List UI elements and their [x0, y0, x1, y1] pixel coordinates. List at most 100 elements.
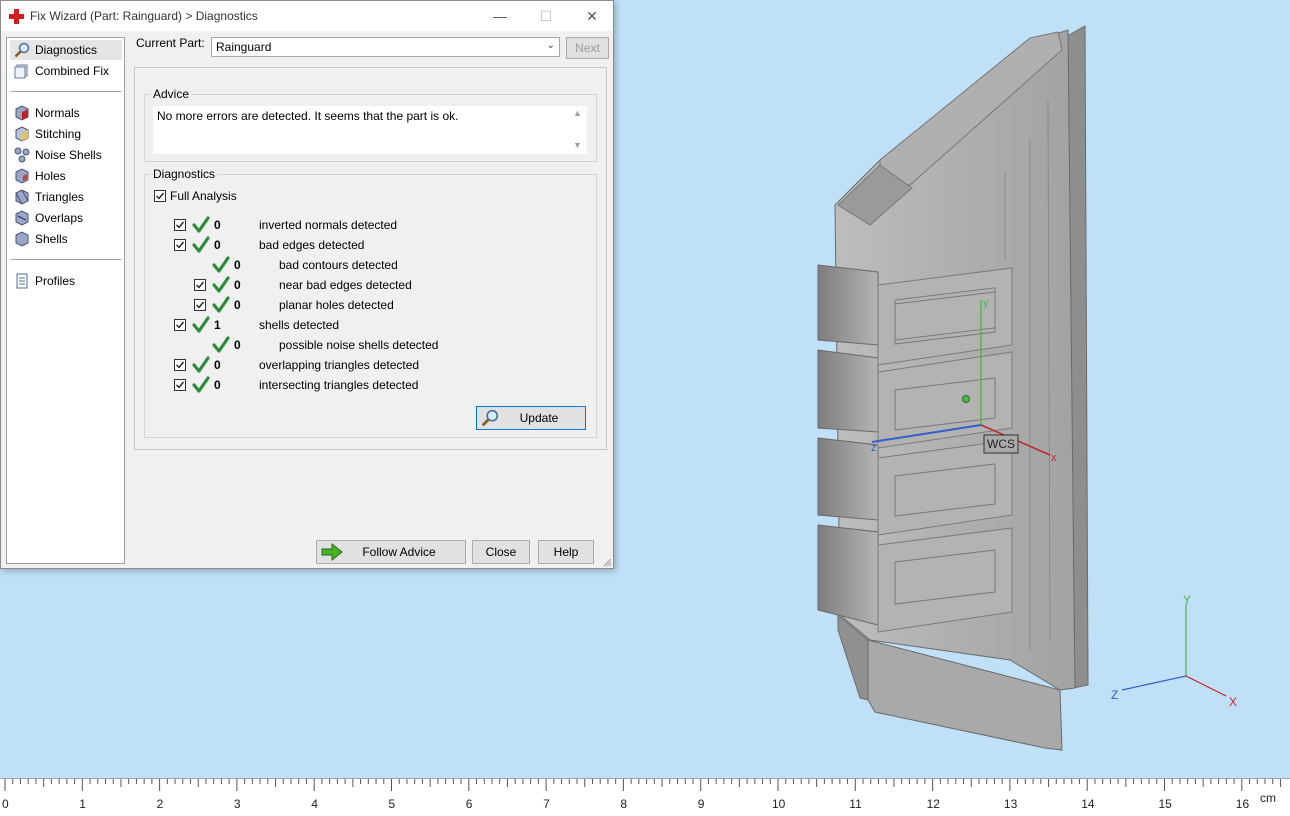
diagnostic-count: 0 — [234, 338, 241, 352]
sidebar-item-stitching[interactable]: Stitching — [10, 124, 122, 144]
shells-cube-icon — [15, 231, 29, 247]
full-analysis-label: Full Analysis — [170, 189, 237, 203]
magnifier-icon — [481, 409, 499, 427]
ruler-label: 6 — [465, 797, 473, 811]
ruler-label: 13 — [1003, 797, 1018, 811]
diagnostic-checkbox[interactable] — [174, 239, 186, 251]
wcs-x-axis-label: x — [1051, 452, 1057, 464]
diagnostic-checkbox[interactable] — [174, 319, 186, 331]
ruler-label: 15 — [1158, 797, 1172, 811]
ok-check-icon — [192, 376, 210, 394]
ok-check-icon — [192, 356, 210, 374]
diagnostic-count: 1 — [214, 318, 221, 332]
diagnostic-label: planar holes detected — [279, 298, 394, 312]
ruler-label: 4 — [311, 797, 318, 811]
wizard-sidebar: Diagnostics Combined Fix Normals Stitchi… — [6, 37, 125, 564]
checkmark-icon — [176, 321, 185, 329]
advice-scrollbar[interactable]: ▲ ▼ — [569, 106, 587, 154]
update-label: Update — [519, 411, 559, 425]
diagnostic-count: 0 — [214, 378, 221, 392]
advice-title: Advice — [151, 87, 192, 101]
full-analysis-checkbox[interactable] — [154, 190, 166, 202]
ruler-label: 7 — [543, 797, 550, 811]
sidebar-item-triangles[interactable]: Triangles — [10, 187, 122, 207]
diagnostic-checkbox[interactable] — [194, 299, 206, 311]
advice-text: No more errors are detected. It seems th… — [157, 109, 459, 123]
diagnostic-label: bad edges detected — [259, 238, 365, 252]
diagnostic-count: 0 — [214, 358, 221, 372]
diagnostic-label: bad contours detected — [279, 258, 398, 272]
sidebar-item-diagnostics[interactable]: Diagnostics — [10, 40, 122, 60]
diagnostic-checkbox[interactable] — [174, 359, 186, 371]
resize-grip-icon[interactable] — [602, 557, 612, 567]
maximize-button[interactable]: ☐ — [523, 1, 569, 31]
ruler-label: 2 — [156, 797, 164, 811]
scroll-up-icon[interactable]: ▲ — [573, 108, 582, 118]
triad-z-label: Z — [1111, 688, 1119, 702]
diagnostic-checkbox[interactable] — [174, 219, 186, 231]
diagnostic-count: 0 — [234, 298, 241, 312]
diagnostic-count: 0 — [234, 258, 241, 272]
ruler-label: 8 — [620, 797, 628, 811]
sidebar-item-profiles[interactable]: Profiles — [10, 271, 122, 291]
ruler-label: 11 — [849, 797, 862, 811]
follow-advice-button[interactable]: Follow Advice — [316, 540, 466, 564]
wcs-label: WCS — [987, 437, 1015, 451]
triad-y-label: Y — [1183, 593, 1192, 607]
checkmark-icon — [156, 192, 165, 200]
ok-check-icon — [192, 236, 210, 254]
diagnostic-checkbox[interactable] — [174, 379, 186, 391]
ok-check-icon — [212, 256, 230, 274]
sidebar-item-overlaps[interactable]: Overlaps — [10, 208, 122, 228]
sidebar-item-shells[interactable]: Shells — [10, 229, 122, 249]
ruler-label: 5 — [388, 797, 396, 811]
ok-check-icon — [212, 336, 230, 354]
sidebar-item-noise-shells[interactable]: Noise Shells — [10, 145, 122, 165]
ruler-label: 14 — [1081, 797, 1095, 811]
sidebar-item-combined-fix[interactable]: Combined Fix — [10, 61, 122, 81]
ok-check-icon — [212, 276, 230, 294]
checkmark-icon — [176, 381, 185, 389]
diagnostic-checkbox[interactable] — [194, 279, 206, 291]
checkmark-icon — [176, 221, 185, 229]
stitching-cube-icon — [15, 126, 29, 142]
ok-check-icon — [192, 316, 210, 334]
ruler-label: 0 — [2, 797, 9, 811]
current-part-value: Rainguard — [216, 40, 272, 54]
ruler-label: 10 — [772, 797, 786, 811]
diagnostic-count: 0 — [214, 218, 221, 232]
next-button[interactable]: Next — [566, 37, 609, 59]
triad-x-label: X — [1229, 695, 1238, 709]
close-button[interactable]: Close — [472, 540, 530, 564]
diagnostic-count: 0 — [214, 238, 221, 252]
magnifier-icon — [14, 42, 30, 58]
diagnostic-label: possible noise shells detected — [279, 338, 439, 352]
checkmark-icon — [176, 361, 185, 369]
ruler-ticks — [4, 779, 1281, 791]
overlaps-cube-icon — [15, 210, 29, 226]
scroll-down-icon[interactable]: ▼ — [573, 140, 582, 150]
triangles-cube-icon — [15, 189, 29, 205]
close-window-button[interactable]: ✕ — [569, 1, 615, 31]
profiles-document-icon — [16, 273, 28, 289]
current-part-dropdown[interactable]: Rainguard ⌄ — [211, 37, 560, 57]
help-button[interactable]: Help — [538, 540, 594, 564]
ruler-label: 16 — [1235, 797, 1250, 811]
current-part-label: Current Part: — [136, 36, 205, 50]
title-bar[interactable]: Fix Wizard (Part: Rainguard) > Diagnosti… — [1, 1, 613, 31]
checkmark-icon — [196, 281, 205, 289]
red-cross-icon — [9, 9, 24, 24]
update-button[interactable]: Update — [476, 406, 586, 430]
ruler-label: 3 — [233, 797, 241, 811]
sidebar-item-holes[interactable]: Holes — [10, 166, 122, 186]
wcs-z-axis-label: z — [871, 442, 877, 454]
minimize-button[interactable]: — — [477, 1, 523, 31]
diagnostic-label: shells detected — [259, 318, 340, 332]
diagnostics-title: Diagnostics — [151, 167, 218, 181]
sidebar-divider — [11, 91, 121, 92]
ruler-label: 9 — [697, 797, 705, 811]
ruler-label: 1 — [79, 797, 86, 811]
sidebar-item-normals[interactable]: Normals — [10, 103, 122, 123]
sidebar-divider — [11, 259, 121, 260]
holes-cube-icon — [15, 168, 29, 184]
